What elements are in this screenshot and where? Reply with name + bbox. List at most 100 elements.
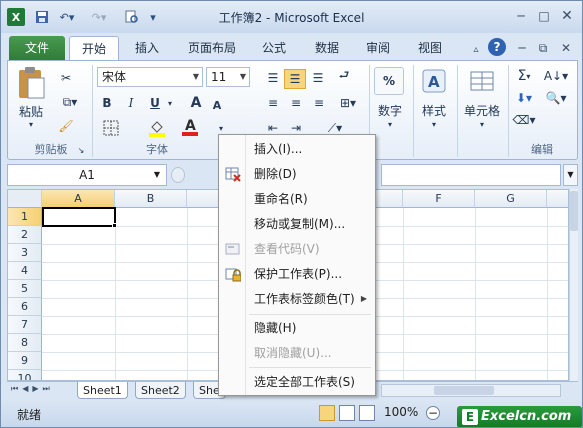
sheet-nav-icons[interactable]: ⏮◀▶⏭ bbox=[11, 384, 71, 394]
shrink-font-button[interactable]: A bbox=[208, 96, 226, 114]
sheet-tab-1[interactable]: Sheet1 bbox=[77, 382, 128, 399]
maximize-icon[interactable]: □ bbox=[534, 6, 554, 26]
align-left-icon[interactable]: ≡ bbox=[263, 94, 283, 112]
doc-minimize-icon[interactable]: ─ bbox=[513, 38, 531, 58]
formula-expand-icon[interactable] bbox=[171, 167, 185, 183]
row-header-2[interactable]: 2 bbox=[8, 226, 42, 244]
row-header-6[interactable]: 6 bbox=[8, 298, 42, 316]
horizontal-scrollbar[interactable] bbox=[381, 384, 561, 397]
align-bottom-icon[interactable]: ☰ bbox=[308, 69, 328, 87]
cells-icon[interactable] bbox=[468, 67, 496, 95]
formula-input[interactable] bbox=[381, 164, 561, 186]
row-header-8[interactable]: 8 bbox=[8, 334, 42, 352]
number-group-button[interactable]: 数字 bbox=[370, 101, 410, 119]
clipboard-launcher-icon[interactable]: ↘ bbox=[76, 145, 86, 155]
select-all-corner[interactable] bbox=[8, 190, 42, 208]
format-painter-icon[interactable]: 🖌 bbox=[56, 117, 76, 135]
vertical-scrollbar[interactable] bbox=[569, 189, 578, 381]
autosum-icon[interactable]: Σ ▾ bbox=[511, 67, 537, 85]
italic-button[interactable]: I bbox=[121, 94, 141, 112]
underline-button[interactable]: U bbox=[145, 94, 165, 112]
menu-item-insert[interactable]: 插入(I)... bbox=[221, 138, 373, 160]
font-size-box[interactable]: 11 ▼ bbox=[206, 67, 250, 87]
menu-item-hide[interactable]: 隐藏(H) bbox=[221, 317, 373, 339]
align-right-icon[interactable]: ≡ bbox=[309, 94, 329, 112]
tab-review[interactable]: 审阅 bbox=[359, 36, 397, 60]
align-middle-icon[interactable]: ☰ bbox=[284, 69, 306, 89]
tab-file[interactable]: 文件 bbox=[9, 36, 65, 60]
column-header-f[interactable]: F bbox=[403, 190, 475, 208]
column-header-g[interactable]: G bbox=[475, 190, 547, 208]
tab-insert[interactable]: 插入 bbox=[127, 36, 167, 60]
bold-button[interactable]: B bbox=[97, 94, 117, 112]
vertical-scroll-thumb[interactable] bbox=[570, 191, 578, 231]
tab-home[interactable]: 开始 bbox=[69, 36, 119, 60]
number-format-icon[interactable]: % bbox=[374, 67, 404, 95]
doc-restore-icon[interactable]: ⧉ bbox=[534, 38, 552, 58]
borders-icon[interactable] bbox=[97, 119, 125, 137]
menu-item-delete[interactable]: 删除(D) bbox=[221, 163, 373, 185]
cells-group-button[interactable]: 单元格 bbox=[460, 101, 504, 119]
minimize-icon[interactable]: ─ bbox=[511, 6, 531, 26]
paste-dropdown-icon[interactable]: ▾ bbox=[24, 119, 38, 129]
paste-icon[interactable] bbox=[14, 65, 48, 103]
column-header-a[interactable]: A bbox=[42, 190, 115, 208]
name-box[interactable]: A1 ▼ bbox=[7, 164, 167, 186]
row-header-10[interactable]: 10 bbox=[8, 370, 42, 380]
menu-item-move-copy[interactable]: 移动或复制(M)... bbox=[221, 213, 373, 235]
tab-data[interactable]: 数据 bbox=[308, 36, 346, 60]
font-color-icon[interactable]: A bbox=[176, 117, 204, 137]
cells-dropdown-icon[interactable]: ▾ bbox=[477, 119, 487, 129]
tab-view[interactable]: 视图 bbox=[411, 36, 449, 60]
grow-font-button[interactable]: A bbox=[186, 94, 206, 112]
page-layout-view-icon[interactable] bbox=[339, 405, 355, 421]
cut-icon[interactable]: ✂ bbox=[56, 69, 76, 87]
zoom-out-icon[interactable]: − bbox=[426, 406, 440, 420]
paste-button[interactable]: 粘贴 bbox=[14, 103, 48, 119]
tab-formulas[interactable]: 公式 bbox=[255, 36, 293, 60]
styles-dropdown-icon[interactable]: ▾ bbox=[429, 119, 439, 129]
normal-view-icon[interactable] bbox=[319, 405, 335, 421]
help-icon[interactable]: ? bbox=[488, 38, 506, 56]
menu-item-protect-sheet[interactable]: 保护工作表(P)... bbox=[221, 263, 373, 285]
menu-item-view-code-label: 查看代码(V) bbox=[254, 242, 320, 256]
wrap-text-icon[interactable]: ⮐ bbox=[334, 67, 354, 85]
fill-color-icon[interactable] bbox=[143, 119, 171, 137]
clear-icon[interactable]: ⌫▾ bbox=[511, 111, 537, 129]
merge-center-icon[interactable]: ⊞▾ bbox=[334, 94, 362, 112]
expand-formula-bar-icon[interactable]: ▼ bbox=[563, 164, 578, 186]
styles-group-button[interactable]: 样式 bbox=[416, 101, 452, 119]
fill-icon[interactable]: ⬇▾ bbox=[511, 89, 537, 107]
underline-dropdown-icon[interactable]: ▾ bbox=[165, 94, 175, 112]
align-top-icon[interactable]: ☰ bbox=[263, 69, 283, 87]
close-icon[interactable]: ✕ bbox=[557, 6, 577, 26]
row-header-9[interactable]: 9 bbox=[8, 352, 42, 370]
sheet-tab-2[interactable]: Sheet2 bbox=[135, 382, 186, 399]
row-header-1[interactable]: 1 bbox=[8, 208, 42, 226]
menu-item-rename[interactable]: 重命名(R) bbox=[221, 188, 373, 210]
sort-filter-icon[interactable]: A↓▾ bbox=[541, 67, 571, 85]
column-header-h[interactable] bbox=[547, 190, 568, 208]
number-dropdown-icon[interactable]: ▾ bbox=[385, 119, 395, 129]
row-header-3[interactable]: 3 bbox=[8, 244, 42, 262]
copy-icon[interactable]: ⧉▾ bbox=[56, 93, 84, 111]
zoom-level[interactable]: 100% bbox=[384, 405, 418, 419]
font-name-box[interactable]: 宋体 ▼ bbox=[97, 67, 203, 87]
page-break-view-icon[interactable] bbox=[359, 405, 375, 421]
doc-close-icon[interactable]: ✕ bbox=[557, 38, 575, 58]
horizontal-scroll-thumb[interactable] bbox=[434, 386, 494, 395]
menu-item-select-all-sheets[interactable]: 选定全部工作表(S) bbox=[221, 371, 373, 393]
find-select-icon[interactable]: 🔍▾ bbox=[541, 89, 571, 107]
styles-icon[interactable]: A bbox=[420, 67, 448, 95]
minimize-ribbon-icon[interactable]: ▵ bbox=[468, 39, 484, 59]
row-header-4[interactable]: 4 bbox=[8, 262, 42, 280]
menu-item-tab-color[interactable]: 工作表标签颜色(T) ▶ bbox=[221, 288, 373, 310]
row-header-5[interactable]: 5 bbox=[8, 280, 42, 298]
row-header-7[interactable]: 7 bbox=[8, 316, 42, 334]
delete-sheet-icon bbox=[225, 166, 241, 182]
selected-cell-a1[interactable] bbox=[42, 207, 116, 227]
align-center-icon[interactable]: ≡ bbox=[286, 94, 306, 112]
column-header-b[interactable]: B bbox=[115, 190, 187, 208]
tab-page-layout[interactable]: 页面布局 bbox=[181, 36, 243, 60]
fill-handle[interactable] bbox=[112, 223, 117, 228]
